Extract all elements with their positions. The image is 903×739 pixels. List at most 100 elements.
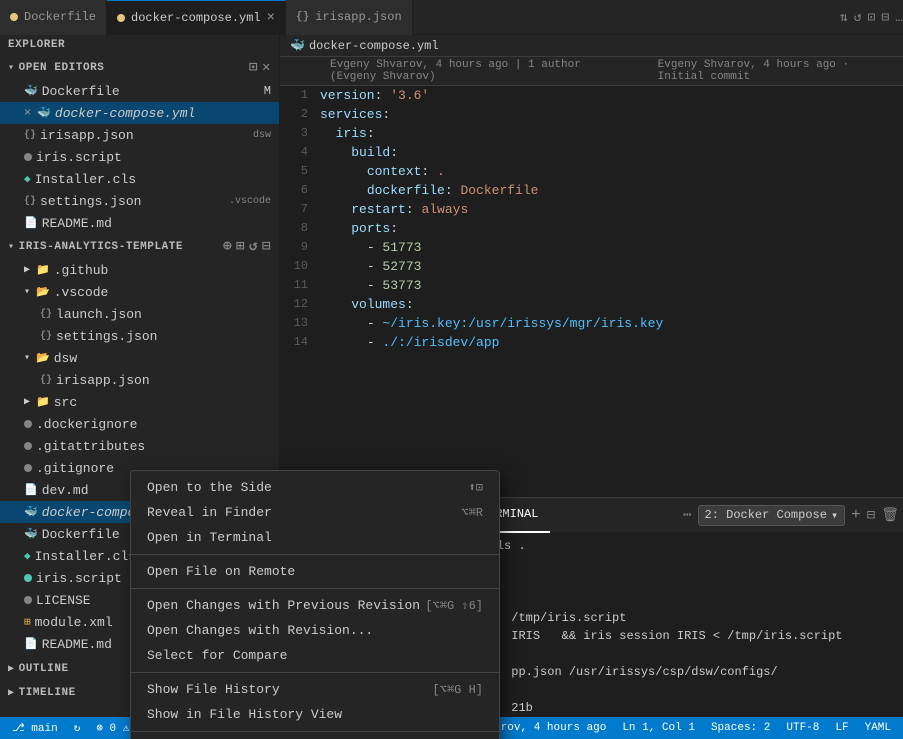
more-actions-icon[interactable]: … (895, 10, 903, 25)
new-folder-icon[interactable]: ⊞ (236, 238, 245, 255)
open-editor-installer[interactable]: ◆ Installer.cls (0, 168, 279, 190)
open-editor-irisapp[interactable]: {} irisapp.json dsw (0, 124, 279, 146)
code-line-4: 4 build: (280, 143, 903, 162)
git-info: Evgeny Shvarov, 4 hours ago | 1 author (… (330, 59, 622, 83)
panel-actions: ⋯ 2: Docker Compose ▾ + ⊟ 🗑 (683, 505, 899, 526)
ctx-open-changes-prev[interactable]: Open Changes with Previous Revision [⌥⌘G… (131, 593, 499, 618)
eol-status[interactable]: LF (831, 722, 852, 734)
ctx-file-history[interactable]: Show File History [⌥⌘G H] (131, 677, 499, 702)
panel-more-icon[interactable]: ⋯ (683, 507, 691, 524)
file-docker-icon: 🐳 (290, 38, 305, 53)
collapse-icon[interactable]: ⊟ (881, 10, 889, 25)
terminal-selector-label: 2: Docker Compose (705, 508, 827, 522)
encoding-status[interactable]: UTF-8 (782, 722, 823, 734)
tab-icon-dockerfile (10, 13, 18, 21)
code-line-9: 9 - 51773 (280, 238, 903, 257)
ctx-divider-3 (131, 672, 499, 673)
code-line-3: 3 iris: (280, 124, 903, 143)
code-editor[interactable]: 1 version: '3.6' 2 services: 3 iris: 4 b… (280, 86, 903, 497)
code-line-12: 12 volumes: (280, 295, 903, 314)
timeline-label: TIMELINE (19, 687, 76, 699)
open-editor-dockerfile[interactable]: 🐳 Dockerfile M (0, 80, 279, 102)
tab-actions: ⇅ ↺ ⊡ ⊟ … (840, 10, 903, 25)
terminal-chevron-icon: ▾ (831, 508, 838, 523)
code-line-2: 2 services: (280, 105, 903, 124)
refresh-icon[interactable]: ↺ (854, 10, 862, 25)
ctx-divider-4 (131, 731, 499, 732)
tree-irisapp-json[interactable]: {} irisapp.json (0, 369, 279, 391)
tree-vscode[interactable]: ▾ 📂 .vscode (0, 281, 279, 303)
cls-icon: ◆ (24, 172, 31, 186)
project-header[interactable]: ▾ IRIS-ANALYTICS-TEMPLATE ⊕ ⊞ ↺ ⊟ (0, 234, 279, 259)
open-editor-settings[interactable]: {} settings.json .vscode (0, 190, 279, 212)
git-blame-row: Evgeny Shvarov, 4 hours ago | 1 author (… (280, 57, 903, 86)
tab-docker-compose[interactable]: docker-compose.yml × (107, 0, 286, 35)
tree-dsw[interactable]: ▾ 📂 dsw (0, 347, 279, 369)
open-editors-header[interactable]: ▾ OPEN EDITORS ⊡ ✕ (0, 55, 279, 80)
code-line-11: 11 - 53773 (280, 276, 903, 295)
ctx-open-changes-rev[interactable]: Open Changes with Revision... (131, 618, 499, 643)
tree-dockerignore[interactable]: .dockerignore (0, 413, 279, 435)
ctx-reveal-finder[interactable]: Reveal in Finder ⌥⌘R (131, 500, 499, 525)
code-line-8: 8 ports: (280, 219, 903, 238)
ctx-open-terminal[interactable]: Open in Terminal (131, 525, 499, 550)
git-branch-status[interactable]: ⎇ main (8, 721, 62, 735)
tab-dockerfile[interactable]: Dockerfile (0, 0, 107, 35)
cursor-position-status[interactable]: Ln 1, Col 1 (618, 722, 699, 734)
open-editors-label: OPEN EDITORS (19, 62, 105, 74)
file-dot-iris (24, 153, 32, 161)
explorer-title: EXPLORER (8, 39, 65, 51)
ctx-open-remote[interactable]: Open File on Remote (131, 559, 499, 584)
tab-icon-irisapp: {} (296, 11, 309, 23)
save-all-icon[interactable]: ⊡ (249, 59, 258, 76)
tree-settings-json[interactable]: {} settings.json (0, 325, 279, 347)
project-label: IRIS-ANALYTICS-TEMPLATE (19, 241, 183, 253)
tab-label-docker-compose: docker-compose.yml (131, 11, 261, 25)
tree-src[interactable]: ▶ 📁 src (0, 391, 279, 413)
open-editor-iris-script[interactable]: iris.script (0, 146, 279, 168)
ctx-open-side[interactable]: Open to the Side ⬆⊡ (131, 475, 499, 500)
tree-gitattributes[interactable]: .gitattributes (0, 435, 279, 457)
tab-bar: Dockerfile docker-compose.yml × {} irisa… (0, 0, 903, 35)
code-line-1: 1 version: '3.6' (280, 86, 903, 105)
settings-json-icon: {} (24, 196, 36, 207)
sync-status[interactable]: ↻ (70, 721, 85, 735)
layout-icon[interactable]: ⊡ (868, 10, 876, 25)
docker-icon-compose: 🐳 (37, 106, 51, 120)
ctx-file-history-view[interactable]: Show in File History View (131, 702, 499, 727)
project-chevron: ▾ (8, 241, 15, 253)
collapse-project-icon[interactable]: ⊟ (262, 238, 271, 255)
code-line-13: 13 - ~/iris.key:/usr/irissys/mgr/iris.ke… (280, 314, 903, 333)
tab-close-docker-compose[interactable]: × (267, 11, 275, 25)
tab-irisapp-json[interactable]: {} irisapp.json (286, 0, 413, 35)
ctx-select-compare[interactable]: Select for Compare (131, 643, 499, 668)
add-terminal-icon[interactable]: + (851, 506, 861, 524)
readme-icon: 📄 (24, 216, 38, 230)
split-terminal-icon[interactable]: ⊟ (867, 507, 875, 524)
close-all-icon[interactable]: ✕ (262, 59, 271, 76)
ctx-divider-1 (131, 554, 499, 555)
tree-launch-json[interactable]: {} launch.json (0, 303, 279, 325)
refresh-project-icon[interactable]: ↺ (249, 238, 258, 255)
open-editor-readme[interactable]: 📄 README.md (0, 212, 279, 234)
docker-icon: 🐳 (24, 84, 38, 98)
git-commit: Evgeny Shvarov, 4 hours ago · Initial co… (658, 59, 891, 83)
code-line-10: 10 - 52773 (280, 257, 903, 276)
spaces-status[interactable]: Spaces: 2 (707, 722, 774, 734)
terminal-selector[interactable]: 2: Docker Compose ▾ (698, 505, 846, 526)
outline-label: OUTLINE (19, 663, 69, 675)
tree-github[interactable]: ▶ 📁 .github (0, 259, 279, 281)
explorer-header[interactable]: EXPLORER (0, 35, 279, 55)
tab-icon-docker-compose (117, 14, 125, 22)
ctx-divider-2 (131, 588, 499, 589)
open-editors-chevron: ▾ (8, 62, 15, 74)
split-editor-icon[interactable]: ⇅ (840, 10, 848, 25)
new-file-icon[interactable]: ⊕ (223, 238, 232, 255)
close-icon[interactable]: × (24, 106, 31, 120)
open-editor-docker-compose[interactable]: × 🐳 docker-compose.yml (0, 102, 279, 124)
code-line-7: 7 restart: always (280, 200, 903, 219)
json-icon: {} (24, 130, 36, 141)
close-terminal-icon[interactable]: 🗑 (881, 507, 899, 524)
language-status[interactable]: YAML (861, 722, 895, 734)
context-menu: Open to the Side ⬆⊡ Reveal in Finder ⌥⌘R… (130, 470, 500, 739)
